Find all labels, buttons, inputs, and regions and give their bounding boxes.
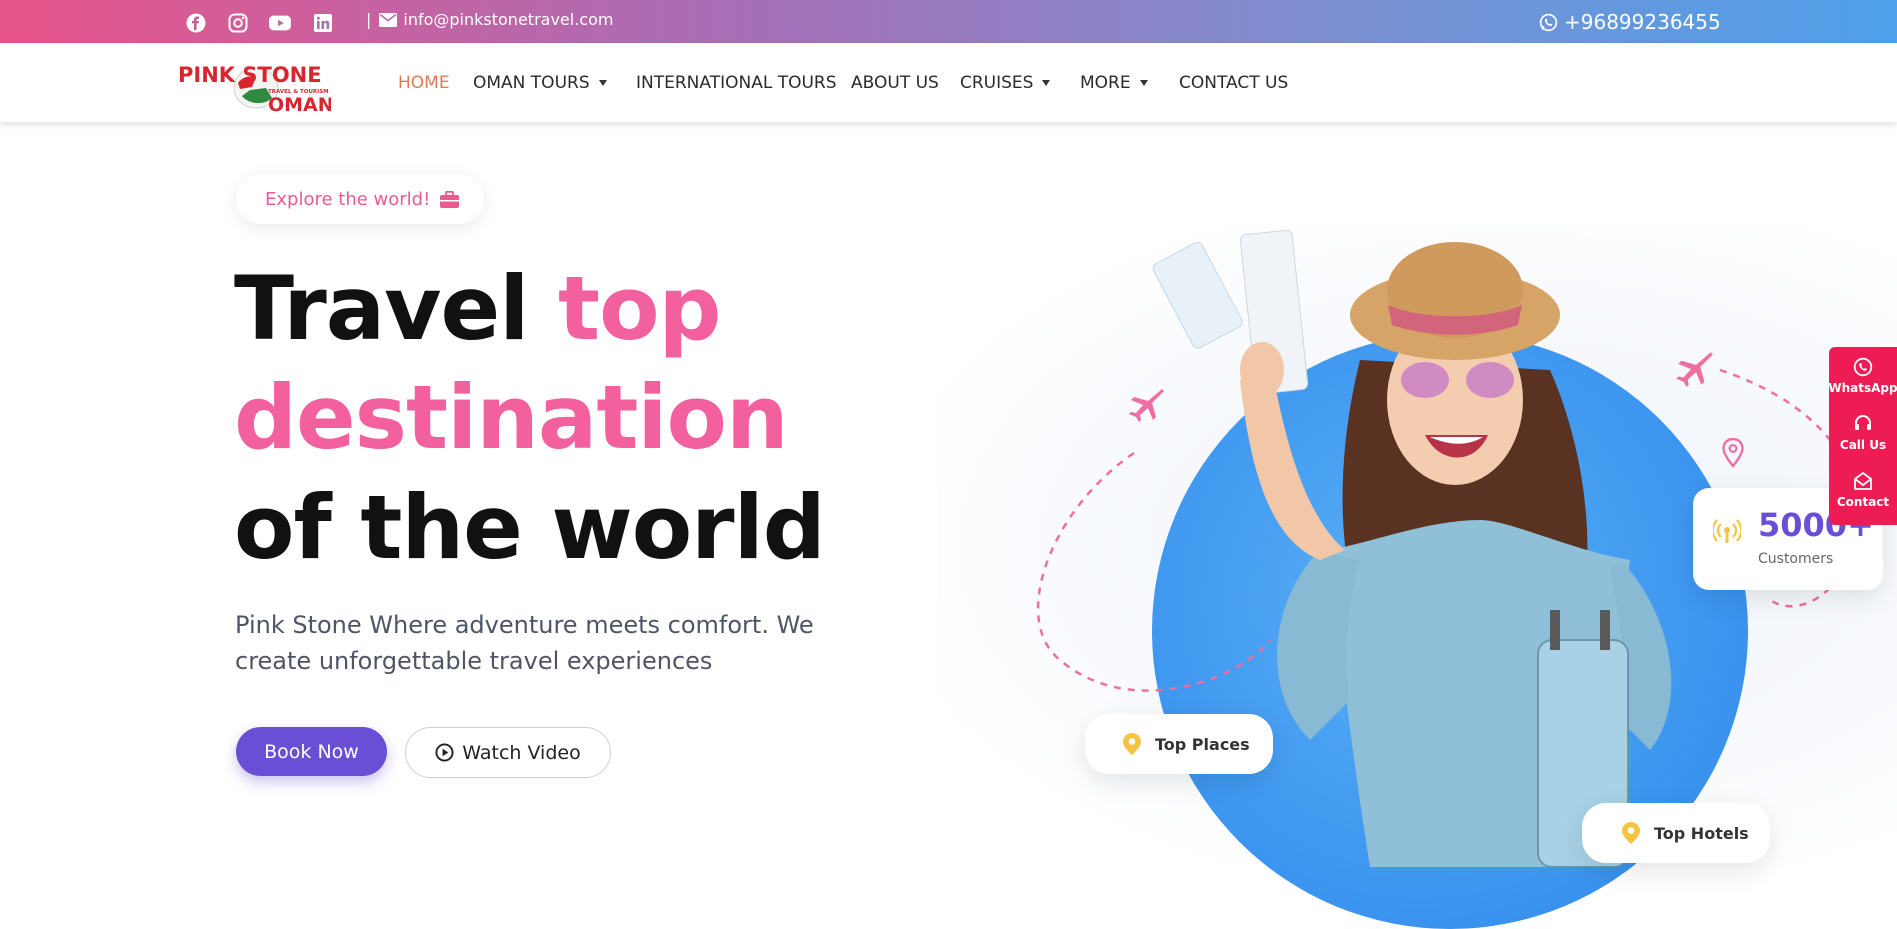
envelope-open-icon — [1854, 471, 1872, 490]
nav-about-us[interactable]: ABOUT US — [851, 73, 939, 93]
briefcase-icon — [440, 190, 460, 208]
whatsapp-icon — [1853, 357, 1873, 377]
email-text: info@pinkstonetravel.com — [403, 10, 614, 29]
book-now-label: Book Now — [264, 740, 359, 763]
headline-line-3: of the world — [234, 476, 826, 579]
floating-contact-bar: WhatsApp Call Us Contact — [1828, 347, 1897, 525]
caret-down-icon — [1042, 80, 1051, 86]
headline-travel: Travel — [234, 257, 558, 360]
hero-subtext: Pink Stone Where adventure meets comfort… — [235, 611, 814, 675]
top-hotels-label: Top Hotels — [1654, 823, 1749, 843]
caret-down-icon — [1139, 80, 1148, 86]
logo-text-pink: PINK STONE — [178, 63, 322, 87]
top-bar: | info@pinkstonetravel.com +96899236455 — [0, 0, 1897, 43]
headline-line-1: Travel top — [234, 265, 722, 353]
headset-icon — [1855, 415, 1871, 430]
watch-video-button[interactable]: Watch Video — [405, 727, 611, 778]
email-link[interactable]: | info@pinkstonetravel.com — [366, 10, 613, 29]
contact-button[interactable]: Contact — [1829, 471, 1897, 509]
whatsapp-label: WhatsApp — [1828, 381, 1897, 395]
instagram-icon[interactable] — [227, 12, 249, 34]
book-now-button[interactable]: Book Now — [236, 727, 387, 776]
location-pin-icon — [1722, 438, 1744, 468]
phone-text: +96899236455 — [1564, 10, 1721, 34]
linkedin-icon[interactable] — [312, 12, 334, 34]
explore-pill: Explore the world! — [236, 174, 484, 224]
nav-cruises-label: CRUISES — [960, 73, 1034, 93]
whatsapp-icon — [1539, 13, 1558, 31]
nav-contact-us[interactable]: CONTACT US — [1179, 73, 1288, 93]
watch-video-label: Watch Video — [462, 741, 581, 764]
nav-oman-tours[interactable]: OMAN TOURS — [473, 73, 607, 93]
facebook-icon[interactable] — [185, 12, 207, 34]
nav-international-tours-label: INTERNATIONAL TOURS — [636, 73, 837, 93]
main-nav: HOME — [398, 73, 450, 93]
location-pin-icon — [1123, 733, 1141, 755]
whatsapp-button[interactable]: WhatsApp — [1828, 357, 1897, 395]
top-places-label: Top Places — [1155, 734, 1250, 754]
location-pin-icon — [1622, 822, 1640, 844]
call-us-button[interactable]: Call Us — [1829, 414, 1897, 452]
phone-link[interactable]: +96899236455 — [1539, 10, 1721, 34]
caret-down-icon — [598, 80, 607, 86]
nav-more[interactable]: MORE — [1080, 73, 1148, 93]
envelope-icon — [379, 12, 398, 27]
headline-line-2: destination — [234, 366, 789, 469]
nav-about-us-label: ABOUT US — [851, 73, 939, 93]
contact-label: Contact — [1836, 495, 1890, 509]
separator: | — [366, 10, 372, 29]
nav-home[interactable]: HOME — [398, 73, 450, 93]
top-places-card[interactable]: Top Places — [1085, 714, 1273, 774]
nav-cruises[interactable]: CRUISES — [960, 73, 1051, 93]
nav-more-label: MORE — [1080, 73, 1131, 93]
top-hotels-card[interactable]: Top Hotels — [1582, 803, 1770, 863]
play-circle-icon — [435, 743, 454, 762]
customers-label: Customers — [1758, 551, 1834, 567]
call-us-label: Call Us — [1839, 438, 1887, 452]
youtube-icon[interactable] — [269, 12, 291, 34]
nav-oman-tours-label: OMAN TOURS — [473, 73, 590, 93]
nav-contact-us-label: CONTACT US — [1179, 73, 1289, 93]
headline-top: top — [558, 257, 722, 360]
signal-icon — [1713, 519, 1741, 543]
nav-international-tours[interactable]: INTERNATIONAL TOURS — [636, 73, 837, 93]
logo-text-oman: OMAN — [268, 94, 331, 114]
site-logo[interactable]: PINK STONE TRAVEL & TOURISM OMAN — [176, 48, 334, 116]
explore-pill-text: Explore the world! — [265, 188, 431, 210]
